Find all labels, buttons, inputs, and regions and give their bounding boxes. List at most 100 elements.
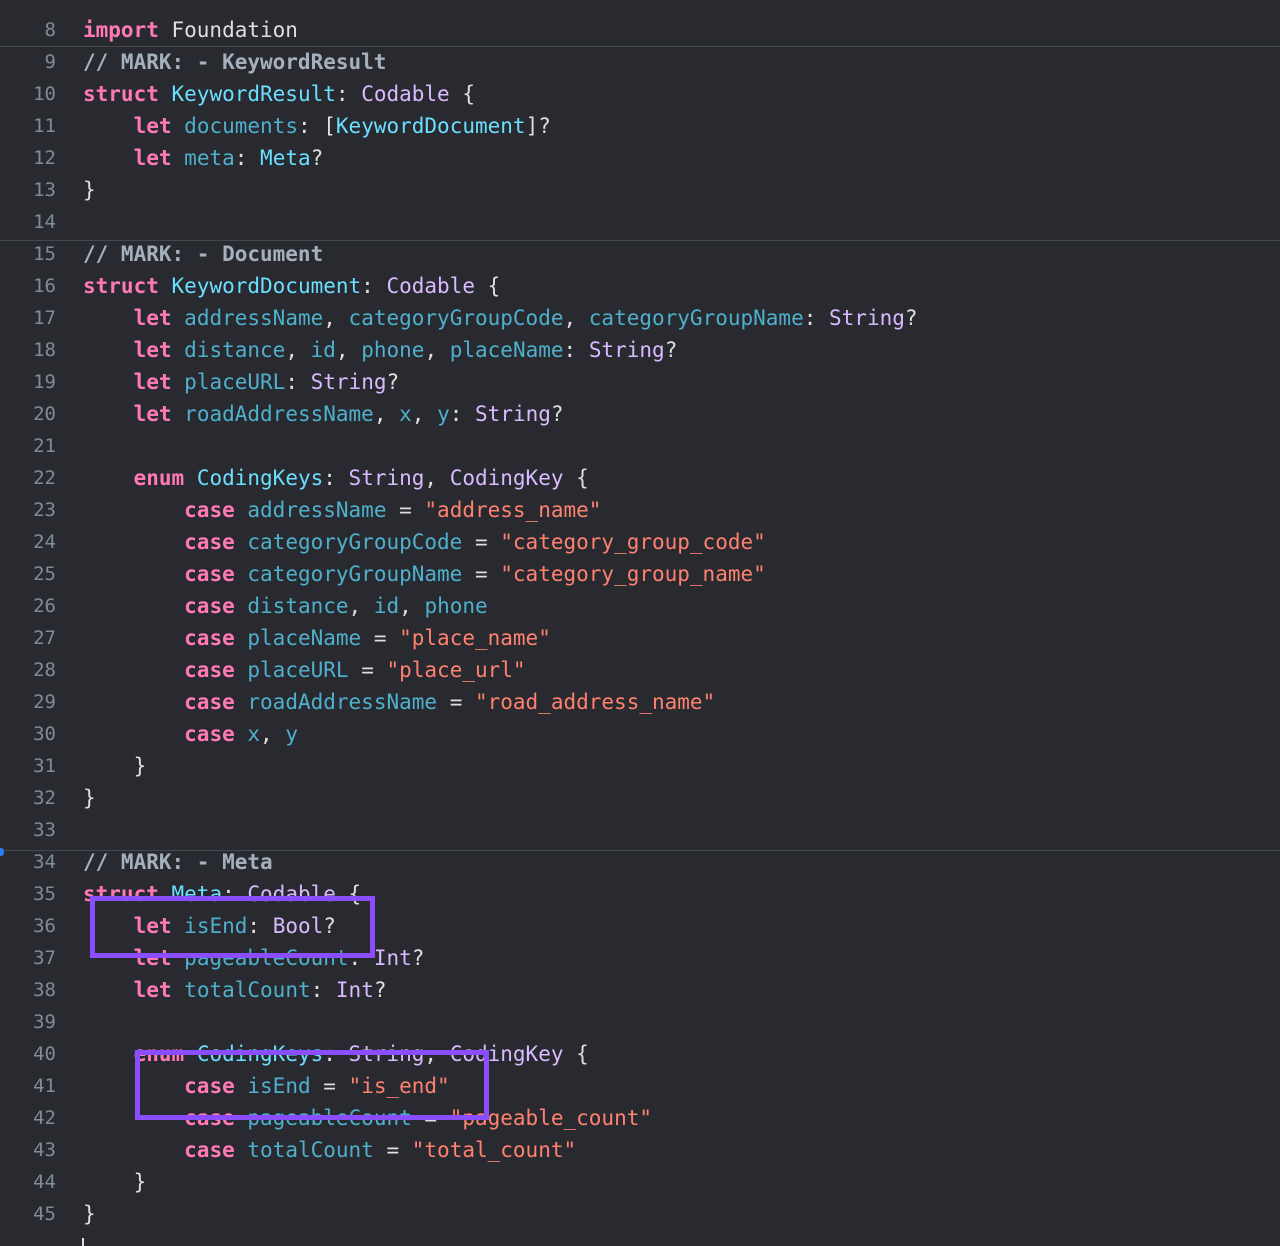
code-token: placeName: [449, 338, 564, 362]
code-line[interactable]: 16 struct KeywordDocument: Codable {: [0, 270, 1280, 302]
code-line[interactable]: 27 case placeName = "place_name": [0, 622, 1280, 654]
code-token: ?: [411, 946, 425, 970]
line-number: 40: [33, 1043, 56, 1065]
code-line[interactable]: 44 }: [0, 1166, 1280, 1198]
code-token: x: [247, 722, 261, 746]
code-line[interactable]: 32}: [0, 782, 1280, 814]
code-token: String: [310, 370, 387, 394]
code-token: String: [829, 306, 905, 330]
code-line[interactable]: 20 let roadAddressName, x, y: String?: [0, 398, 1280, 430]
code-token: case: [184, 722, 235, 746]
code-line[interactable]: 45}: [0, 1198, 1280, 1230]
line-number: 16: [33, 275, 56, 297]
line-number: 44: [33, 1171, 56, 1193]
code-token: case: [184, 594, 235, 618]
code-token: Codable: [361, 82, 450, 106]
code-line[interactable]: 9 // MARK: - KeywordResult: [0, 46, 1280, 78]
code-token: categoryGroupCode: [348, 306, 564, 330]
line-number: 26: [33, 595, 56, 617]
code-token: ?: [373, 978, 387, 1002]
code-line[interactable]: 43 case totalCount = "total_count": [0, 1134, 1280, 1166]
code-line[interactable]: 38 let totalCount: Int?: [0, 974, 1280, 1006]
code-token: let: [133, 146, 172, 170]
code-editor[interactable]: 8 import Foundation 9 // MARK: - KeywordRes…: [0, 0, 1280, 1246]
code-line[interactable]: 33: [0, 814, 1280, 846]
code-token: {: [474, 274, 501, 298]
code-token: documents: [184, 114, 298, 138]
code-line[interactable]: 21: [0, 430, 1280, 462]
code-token: roadAddressName: [247, 690, 438, 714]
code-token: ,: [335, 338, 362, 362]
code-line[interactable]: 26 case distance, id, phone: [0, 590, 1280, 622]
code-token: : [: [297, 114, 336, 138]
code-token: :: [563, 338, 589, 362]
code-line[interactable]: 39: [0, 1006, 1280, 1038]
code-token: :: [449, 402, 476, 426]
code-token: Meta: [260, 146, 311, 170]
code-line[interactable]: 34 // MARK: - Meta: [0, 846, 1280, 878]
code-token: }: [83, 754, 147, 778]
code-token: ?: [386, 370, 400, 394]
code-token: =: [373, 1138, 412, 1162]
code-token: import: [83, 18, 159, 42]
code-token: totalCount: [184, 978, 311, 1002]
code-token: let: [133, 370, 172, 394]
code-text: let placeURL: String?: [83, 366, 400, 398]
code-line[interactable]: 24 case categoryGroupCode = "category_gr…: [0, 526, 1280, 558]
code-line[interactable]: 30 case x, y: [0, 718, 1280, 750]
code-token: let: [133, 114, 172, 138]
code-token: phone: [361, 338, 425, 362]
code-text: case x, y: [83, 718, 298, 750]
highlight-box-isend-coding-key: [135, 1050, 489, 1120]
code-token: distance: [184, 338, 286, 362]
code-token: case: [184, 658, 235, 682]
line-number: 12: [33, 147, 56, 169]
code-token: {: [449, 82, 475, 106]
code-text: let addressName, categoryGroupCode, cate…: [83, 302, 918, 334]
code-token: let: [133, 978, 172, 1002]
code-text: enum CodingKeys: String, CodingKey {: [83, 462, 589, 494]
code-line[interactable]: 19 let placeURL: String?: [0, 366, 1280, 398]
code-line[interactable]: 14: [0, 206, 1280, 238]
code-line[interactable]: 28 case placeURL = "place_url": [0, 654, 1280, 686]
code-line[interactable]: 8 import Foundation: [0, 14, 1280, 46]
code-line[interactable]: 17 let addressName, categoryGroupCode, c…: [0, 302, 1280, 334]
code-token: // MARK: - Document: [83, 242, 324, 266]
code-line[interactable]: 13}: [0, 174, 1280, 206]
code-line[interactable]: 23 case addressName = "address_name": [0, 494, 1280, 526]
line-number: 13: [33, 179, 56, 201]
line-number: 34: [33, 851, 56, 873]
code-text: case roadAddressName = "road_address_nam…: [83, 686, 715, 718]
code-text: import Foundation: [83, 14, 298, 46]
code-token: ,: [285, 338, 311, 362]
code-line[interactable]: 15 // MARK: - Document: [0, 238, 1280, 270]
code-token: placeURL: [247, 658, 349, 682]
code-token: =: [437, 690, 475, 714]
code-token: placeURL: [184, 370, 286, 394]
code-text: let meta: Meta?: [83, 142, 324, 174]
code-line[interactable]: 25 case categoryGroupName = "category_gr…: [0, 558, 1280, 590]
code-token: :: [310, 978, 336, 1002]
line-number: 30: [33, 723, 56, 745]
code-line[interactable]: 31 }: [0, 750, 1280, 782]
code-line[interactable]: 11 let documents: [KeywordDocument]?: [0, 110, 1280, 142]
code-token: }: [83, 1202, 96, 1226]
code-token: ?: [310, 146, 324, 170]
code-token: phone: [424, 594, 488, 618]
code-line[interactable]: 18 let distance, id, phone, placeName: S…: [0, 334, 1280, 366]
code-text: // MARK: - KeywordResult: [83, 46, 386, 78]
code-line[interactable]: 12 let meta: Meta?: [0, 142, 1280, 174]
code-line[interactable]: 22 enum CodingKeys: String, CodingKey {: [0, 462, 1280, 494]
code-token: =: [361, 626, 400, 650]
code-token: // MARK: - KeywordResult: [83, 50, 387, 74]
code-line[interactable]: 10 struct KeywordResult: Codable {: [0, 78, 1280, 110]
code-line[interactable]: 29 case roadAddressName = "road_address_…: [0, 686, 1280, 718]
